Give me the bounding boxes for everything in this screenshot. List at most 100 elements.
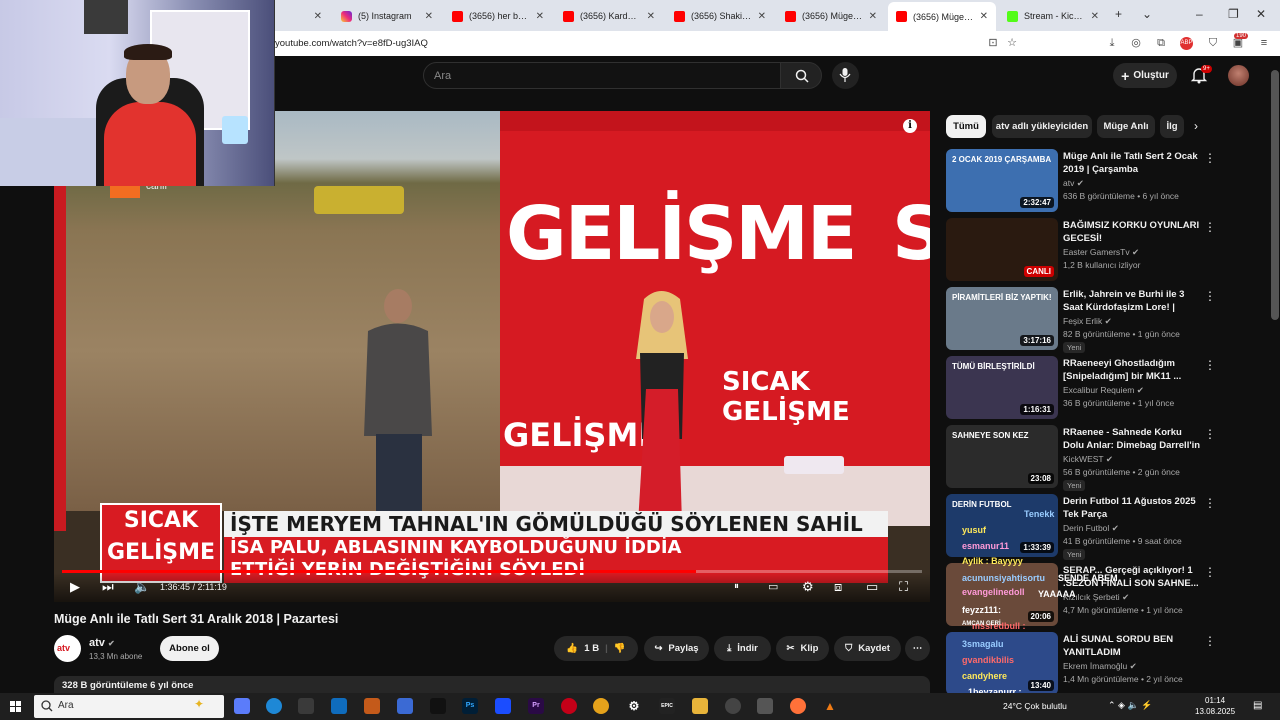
video-thumbnail[interactable]: PİRAMİTLERİ BİZ YAPTIK! 3:17:16 — [946, 287, 1058, 350]
recommendation-title[interactable]: Erlik, Jahrein ve Burhi ile 3 Saat Kürdo… — [1063, 288, 1201, 314]
close-icon[interactable]: ✕ — [536, 11, 544, 22]
app-icon[interactable] — [495, 698, 511, 714]
theater-mode-icon[interactable]: ▭ — [866, 579, 878, 595]
obs-icon[interactable] — [725, 698, 741, 714]
outlook-icon[interactable] — [331, 698, 347, 714]
photoshop-icon[interactable]: Ps — [462, 698, 478, 714]
browser-tab[interactable]: (3656) Shakira - Loca ✕ — [666, 4, 774, 28]
browser-tab[interactable]: (3656) Kardeş dudağ ✕ — [555, 4, 663, 28]
weather-widget[interactable]: 24°C Çok bulutlu — [1003, 701, 1067, 711]
close-icon[interactable]: ✕ — [758, 11, 766, 22]
search-button[interactable] — [780, 62, 822, 89]
taskbar-search[interactable]: Ara ✦ — [34, 695, 224, 718]
chip-all[interactable]: Tümü — [946, 115, 986, 138]
dislike-icon[interactable]: 👎 — [614, 643, 626, 654]
volume-icon[interactable]: 🔈 — [134, 579, 150, 595]
search-input[interactable]: Ara — [423, 62, 781, 89]
copilot-icon[interactable] — [234, 698, 250, 714]
play-icon[interactable]: ▶ — [70, 579, 80, 595]
settings-gear-icon[interactable]: ⚙ — [626, 698, 642, 714]
share-button[interactable]: ↪ Paylaş — [644, 636, 709, 661]
recommendation-channel[interactable]: Ekrem İmamoğlu ✔ — [1063, 661, 1137, 672]
more-vertical-icon[interactable]: ⋮ — [1204, 496, 1216, 510]
app-icon[interactable] — [757, 698, 773, 714]
window-close-icon[interactable]: ✕ — [1256, 7, 1266, 21]
url-field[interactable]: youtube.com/watch?v=e8fD-ug3IAQ — [275, 38, 428, 49]
bookmark-star-icon[interactable]: ☆ — [1006, 37, 1018, 49]
miniplayer-icon[interactable]: ⧈ — [834, 579, 842, 595]
channel-avatar[interactable]: atv — [54, 635, 81, 662]
recommendation-title[interactable]: RRaenee - Sahnede Korku Dolu Anlar: Dime… — [1063, 426, 1201, 452]
recommendation-channel[interactable]: atv ✔ — [1063, 178, 1084, 189]
recommendation-item[interactable]: SAHNEYE SON KEZ 23:08 RRaenee - Sahnede Ko… — [946, 425, 1266, 491]
video-thumbnail[interactable]: 2 OCAK 2019 ÇARŞAMBA 2:32:47 — [946, 149, 1058, 212]
browser-tab-active[interactable]: (3656) Müge Anlı ile ✕ — [888, 2, 996, 31]
more-vertical-icon[interactable]: ⋮ — [1204, 151, 1216, 165]
chrome-icon[interactable] — [593, 698, 609, 714]
store-icon[interactable] — [298, 698, 314, 714]
download-icon[interactable]: ⤓ — [1106, 37, 1118, 49]
install-app-icon[interactable]: ⊡ — [987, 37, 999, 49]
adblock-icon[interactable]: ABP — [1180, 37, 1193, 50]
chip-related[interactable]: İlg — [1160, 115, 1184, 138]
save-button[interactable]: ⛉ Kaydet — [834, 636, 901, 661]
chip-from-uploader[interactable]: atv adlı yükleyiciden — [992, 115, 1092, 138]
chevron-right-icon[interactable]: › — [1194, 119, 1198, 133]
voice-search-button[interactable] — [832, 62, 859, 89]
recommendation-item[interactable]: PİRAMİTLERİ BİZ YAPTIK! 3:17:16 Erlik, Jah… — [946, 287, 1266, 353]
video-thumbnail[interactable]: SAHNEYE SON KEZ 23:08 — [946, 425, 1058, 488]
more-actions-button[interactable]: ⋯ — [905, 636, 930, 661]
calendar-icon[interactable] — [397, 698, 413, 714]
capcut-icon[interactable] — [430, 698, 446, 714]
vlc-icon[interactable]: ▲ — [822, 698, 838, 714]
extensions-icon[interactable]: ⧉ — [1155, 37, 1167, 49]
clip-button[interactable]: ✂ Klip — [776, 636, 829, 661]
recommendation-title[interactable]: RRaeneeyi Ghostladığım [Snipeladığım] bi… — [1063, 357, 1201, 383]
file-explorer-icon[interactable] — [692, 698, 708, 714]
shield-icon[interactable]: ⛉ — [1207, 37, 1219, 49]
minimize-icon[interactable]: – — [1196, 7, 1203, 21]
recommendation-title[interactable]: ALİ SUNAL SORDU BEN YANITLADIM — [1063, 633, 1201, 659]
recommendation-channel[interactable]: Derin Futbol ✔ — [1063, 523, 1119, 534]
next-icon[interactable]: ⏭ — [102, 579, 114, 595]
settings-gear-icon[interactable]: ⚙ — [802, 579, 814, 595]
autoplay-toggle[interactable]: ⏸ — [734, 579, 739, 595]
edge-icon[interactable] — [266, 698, 282, 714]
taskbar-clock[interactable]: 01:14 13.08.2025 — [1195, 695, 1235, 717]
more-vertical-icon[interactable]: ⋮ — [1204, 220, 1216, 234]
restore-icon[interactable]: ❐ — [1228, 7, 1239, 21]
recommendation-channel[interactable]: Feşix Erlik ✔ — [1063, 316, 1112, 327]
chip-muge-anli[interactable]: Müge Anlı — [1097, 115, 1155, 138]
close-icon[interactable]: ✕ — [314, 11, 322, 22]
firefox-icon[interactable] — [790, 698, 806, 714]
new-tab-icon[interactable]: + — [1115, 7, 1122, 21]
recommendation-channel[interactable]: KickWEST ✔ — [1063, 454, 1113, 465]
close-icon[interactable]: ✕ — [869, 11, 877, 22]
subtitles-icon[interactable]: ▭ — [768, 579, 778, 595]
browser-tab[interactable]: (5) Instagram ✕ — [333, 4, 441, 28]
like-icon[interactable]: 👍 — [566, 643, 578, 654]
close-icon[interactable]: ✕ — [647, 11, 655, 22]
video-thumbnail[interactable]: CANLI — [946, 218, 1058, 281]
page-scrollbar-thumb[interactable] — [1271, 70, 1279, 320]
account-icon[interactable]: ◎ — [1130, 37, 1142, 49]
menu-icon[interactable]: ≡ — [1258, 37, 1270, 49]
more-vertical-icon[interactable]: ⋮ — [1204, 565, 1216, 579]
recommendation-item[interactable]: CANLI BAĞIMSIZ KORKU OYUNLARI GECESİ! East… — [946, 218, 1266, 282]
download-button[interactable]: ⤓ İndir — [714, 636, 771, 661]
recommendation-item[interactable]: TÜMÜ BİRLEŞTİRİLDİ 1:16:31 RRaeneeyi Ghost… — [946, 356, 1266, 420]
recommendation-channel[interactable]: Excalibur Requiem ✔ — [1063, 385, 1144, 396]
recommendation-channel[interactable]: Easter GamersTv ✔ — [1063, 247, 1139, 258]
chevron-down-icon[interactable]: ⌄ — [1142, 7, 1152, 21]
close-icon[interactable]: ✕ — [425, 11, 433, 22]
subscribe-button[interactable]: Abone ol — [160, 636, 219, 661]
close-icon[interactable]: ✕ — [1091, 11, 1099, 22]
recommendation-item[interactable]: 2 OCAK 2019 ÇARŞAMBA 2:32:47 Müge Anlı ile… — [946, 149, 1266, 213]
more-vertical-icon[interactable]: ⋮ — [1204, 289, 1216, 303]
app-icon[interactable] — [364, 698, 380, 714]
recommendation-title[interactable]: Derin Futbol 11 Ağustos 2025 Tek Parça — [1063, 495, 1201, 521]
account-avatar[interactable] — [1228, 65, 1249, 86]
create-button[interactable]: + Oluştur — [1113, 63, 1177, 88]
video-thumbnail[interactable]: TÜMÜ BİRLEŞTİRİLDİ 1:16:31 — [946, 356, 1058, 419]
recommendation-title[interactable]: Müge Anlı ile Tatlı Sert 2 Ocak 2019 | Ç… — [1063, 150, 1201, 176]
